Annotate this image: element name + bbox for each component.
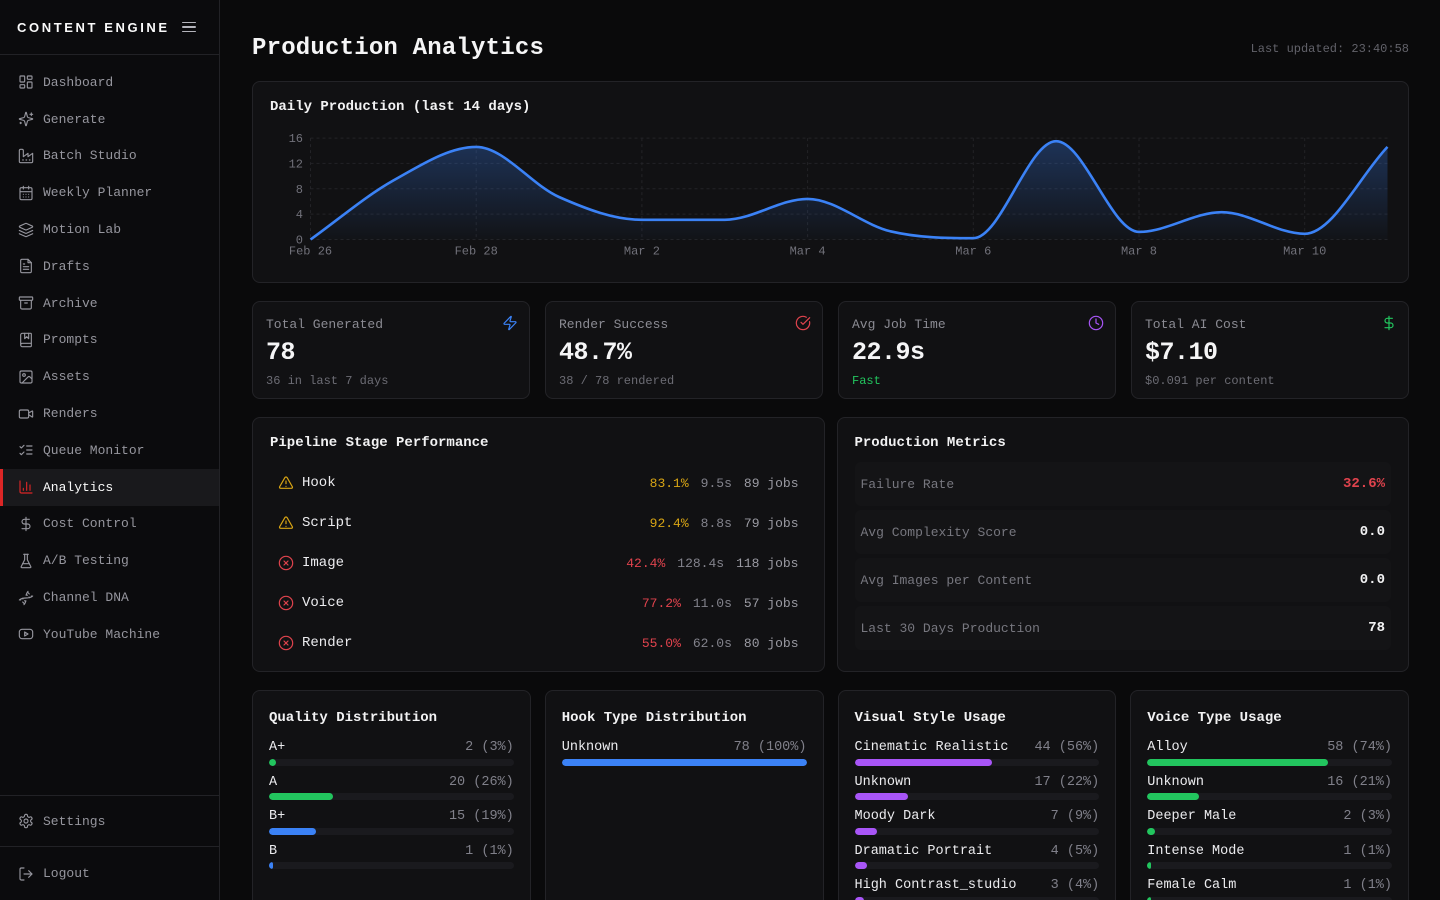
svg-text:8: 8	[296, 183, 303, 197]
svg-text:16: 16	[289, 132, 303, 146]
svg-text:Mar 10: Mar 10	[1283, 245, 1326, 259]
svg-text:Feb 28: Feb 28	[455, 245, 498, 259]
svg-text:Mar 2: Mar 2	[624, 245, 660, 259]
svg-text:Feb 26: Feb 26	[289, 245, 332, 259]
svg-text:Mar 6: Mar 6	[955, 245, 991, 259]
svg-text:Mar 4: Mar 4	[790, 245, 826, 259]
svg-text:Mar 8: Mar 8	[1121, 245, 1157, 259]
svg-text:12: 12	[289, 157, 303, 171]
svg-text:4: 4	[296, 208, 303, 222]
